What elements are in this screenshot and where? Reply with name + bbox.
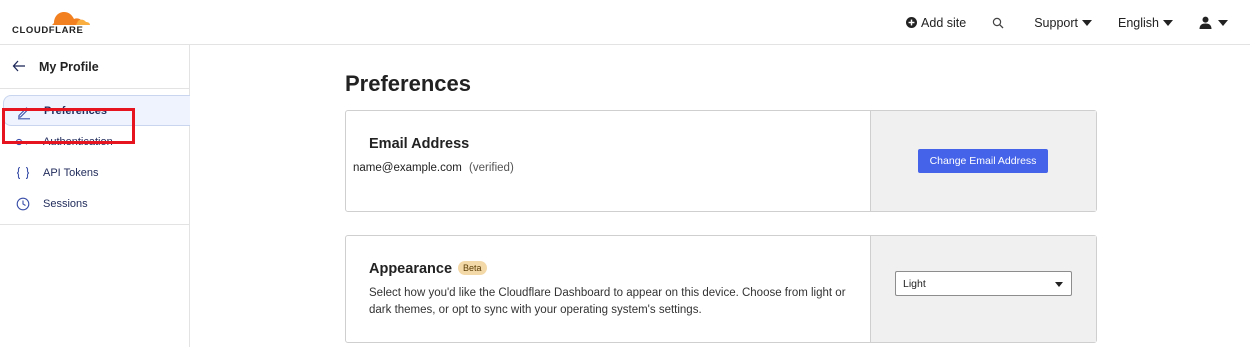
language-label: English (1118, 15, 1159, 30)
email-text: name@example.com (353, 162, 462, 174)
email-card-heading: Email Address (369, 136, 470, 152)
appearance-card-actions: Light (870, 236, 1096, 342)
appearance-heading-text: Appearance (369, 261, 453, 277)
chevron-down-icon (1055, 282, 1063, 287)
clock-icon (16, 197, 30, 211)
cloud-logo-icon (52, 12, 90, 25)
email-value: name@example.com (verified) (353, 162, 514, 174)
top-navigation: Add site Support English (880, 0, 1228, 45)
appearance-card-heading: Appearance Beta (369, 261, 487, 277)
verified-status: (verified) (469, 162, 514, 174)
api-tokens-highlight-box (2, 108, 135, 144)
theme-select[interactable]: Light (895, 271, 1072, 296)
sidebar-item-sessions[interactable]: Sessions (0, 188, 190, 219)
appearance-description: Select how you'd like the Cloudflare Das… (369, 287, 846, 316)
sidebar-title: My Profile (39, 60, 99, 74)
page-title: Preferences (345, 71, 471, 96)
search-icon (993, 17, 1004, 28)
support-dropdown[interactable]: Support (1034, 16, 1092, 30)
plus-circle-icon (906, 17, 918, 28)
user-menu[interactable] (1199, 16, 1228, 29)
sidebar: My Profile Preferences Authentication AP… (0, 45, 190, 347)
sidebar-item-label: Sessions (43, 197, 88, 210)
email-card-actions: Change Email Address (870, 111, 1096, 211)
change-email-button[interactable]: Change Email Address (918, 149, 1048, 173)
theme-select-value: Light (903, 277, 926, 290)
braces-icon (16, 166, 30, 180)
user-icon (1199, 16, 1212, 29)
sidebar-divider (0, 224, 189, 225)
sidebar-header: My Profile (0, 45, 189, 89)
chevron-down-icon (1163, 19, 1173, 26)
chevron-down-icon (1082, 19, 1092, 26)
appearance-card: Appearance Beta Select how you'd like the… (345, 235, 1097, 343)
top-bar: CLOUDFLARE Add site Support English (0, 0, 1250, 45)
beta-badge: Beta (458, 261, 487, 275)
add-site-label: Add site (921, 15, 967, 30)
sidebar-item-label: API Tokens (43, 166, 99, 179)
logo-text: CLOUDFLARE (12, 25, 84, 36)
arrow-left-icon[interactable] (12, 59, 26, 73)
add-site-button[interactable]: Add site (906, 16, 966, 30)
search-button[interactable] (992, 17, 1004, 29)
cloudflare-logo[interactable]: CLOUDFLARE (12, 7, 92, 37)
sidebar-item-api-tokens[interactable]: API Tokens (0, 157, 190, 188)
support-label: Support (1034, 15, 1078, 30)
language-dropdown[interactable]: English (1118, 16, 1173, 30)
chevron-down-icon (1218, 19, 1228, 26)
email-address-card: Email Address name@example.com (verified… (345, 110, 1097, 212)
